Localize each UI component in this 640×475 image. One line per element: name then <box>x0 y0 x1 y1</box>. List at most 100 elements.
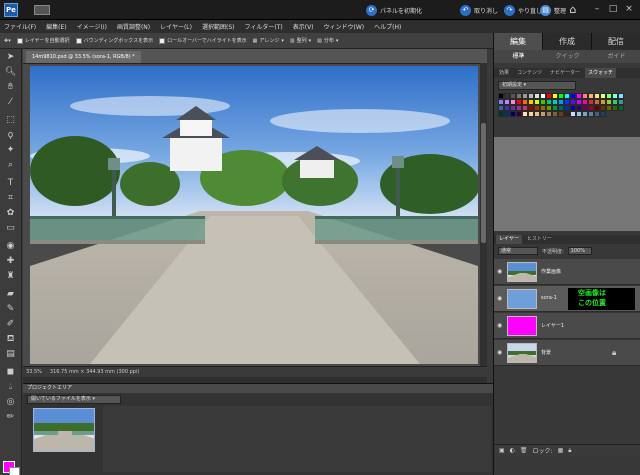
shape-tool-icon[interactable]: ◼ <box>4 366 17 379</box>
subtab-guided[interactable]: ガイド <box>592 50 640 63</box>
opacity-label: 不透明度: <box>542 248 564 255</box>
spot-healing-tool-icon[interactable]: ✚ <box>4 255 17 268</box>
straighten-tool-icon[interactable]: ▭ <box>4 222 17 235</box>
organize-button[interactable]: ▤ 整理 <box>540 3 566 17</box>
hand-tool-icon[interactable]: ✋︎ <box>4 81 17 94</box>
eyedropper-tool-icon[interactable]: ⁄ <box>4 96 17 109</box>
show-bbox-checkbox[interactable] <box>75 37 82 44</box>
close-icon[interactable]: × <box>622 3 636 16</box>
photo-canvas[interactable] <box>30 66 478 364</box>
magic-wand-tool-icon[interactable]: ✦ <box>4 144 17 157</box>
subtab-quick[interactable]: クイック <box>543 50 592 63</box>
project-bin-filter-dropdown[interactable]: 開いているファイルを表示 ▾ <box>27 395 121 404</box>
eraser-tool-icon[interactable]: ▰ <box>4 288 17 301</box>
brush-tool-icon[interactable]: ✎ <box>4 303 17 316</box>
selection-brush-tool-icon[interactable]: ⌕ <box>4 159 17 172</box>
eye-icon[interactable]: ◉ <box>497 268 504 275</box>
menu-enhance[interactable]: 画質調整(N) <box>117 22 150 31</box>
distribute-dropdown[interactable]: ▧ 分布 ▾ <box>317 37 338 45</box>
marquee-tool-icon[interactable]: ⬚ <box>4 114 17 127</box>
subtab-full[interactable]: 標準 <box>494 50 543 63</box>
swatch-set-dropdown[interactable]: 初期設定 ▾ <box>498 81 576 90</box>
move-tool-preset-icon[interactable]: ✥▾ <box>4 38 11 44</box>
smart-brush-tool-icon[interactable]: ✐ <box>4 318 17 331</box>
layer-name: 作業画像 <box>541 269 562 275</box>
vertical-scrollbar[interactable] <box>480 63 487 366</box>
type-tool-icon[interactable]: T <box>4 177 17 190</box>
show-rollover-checkbox[interactable] <box>159 37 166 44</box>
menu-filter[interactable]: フィルター(T) <box>245 22 283 31</box>
home-icon[interactable]: ⌂ <box>564 2 582 18</box>
menu-layer[interactable]: レイヤー(L) <box>160 22 192 31</box>
red-eye-tool-icon[interactable]: ◉ <box>4 240 17 253</box>
arrange-dropdown[interactable]: ▦ アレンジ ▾ <box>253 37 284 45</box>
tab-content[interactable]: コンテンツ <box>514 68 545 78</box>
menu-file[interactable]: ファイル(F) <box>4 22 36 31</box>
move-tool-icon[interactable]: ➤ <box>4 51 17 64</box>
layer-row[interactable]: ◉ 背景 🔒︎ <box>494 340 640 366</box>
maximize-icon[interactable]: □ <box>606 3 620 16</box>
zoom-readout[interactable]: 33.5% <box>26 369 42 375</box>
gradient-tool-icon[interactable]: ▤ <box>4 348 17 361</box>
eye-icon[interactable]: ◉ <box>497 349 504 356</box>
tab-create[interactable]: 作成 <box>543 33 592 50</box>
menu-help[interactable]: ヘルプ(H) <box>374 22 401 31</box>
cookie-cutter-tool-icon[interactable]: ✿ <box>4 207 17 220</box>
tab-layers[interactable]: レイヤー <box>496 235 522 244</box>
opacity-input[interactable]: 100% <box>567 247 592 255</box>
reset-panels-button[interactable]: ⟳ パネルを初期化 <box>366 3 422 17</box>
menu-edit[interactable]: 編集(E) <box>46 22 66 31</box>
paint-bucket-tool-icon[interactable]: ⛾ <box>4 333 17 346</box>
tab-navigator[interactable]: ナビゲーター <box>547 68 583 78</box>
tab-share[interactable]: 配信 <box>592 33 640 50</box>
crop-tool-icon[interactable]: ⌗ <box>4 192 17 205</box>
lasso-tool-icon[interactable]: ϙ <box>4 129 17 142</box>
color-swatch[interactable] <box>600 111 606 117</box>
minimize-icon[interactable]: – <box>590 3 604 16</box>
distribute-icon: ▧ <box>317 37 322 44</box>
blur-tool-icon[interactable]: 💧︎ <box>4 381 17 394</box>
show-bbox-option[interactable]: バウンディングボックスを表示 <box>75 37 153 44</box>
blend-mode-dropdown[interactable]: 通常 <box>498 247 538 255</box>
layer-row[interactable]: ◉ レイヤー1 <box>494 313 640 339</box>
document-tab[interactable]: 14m9810.psd @ 33.5% (sora-1, RGB/8) * <box>26 51 141 63</box>
menu-select[interactable]: 選択範囲(S) <box>202 22 235 31</box>
layer-thumbnail <box>507 262 537 282</box>
adjustment-layer-icon[interactable]: ◐ <box>510 447 515 454</box>
layer-row-selected[interactable]: ◉ sora-1 空画像は この位置 <box>494 286 640 312</box>
align-dropdown[interactable]: ▥ 整列 ▾ <box>290 37 311 45</box>
redo-button[interactable]: ↷ やり直し <box>504 3 542 17</box>
view-mode-icon[interactable] <box>34 5 50 15</box>
eye-icon[interactable]: ◉ <box>497 322 504 329</box>
delete-layer-icon[interactable]: 🗑︎ <box>520 447 528 454</box>
layer-row[interactable]: ◉ 作業画像 <box>494 259 640 285</box>
tab-edit[interactable]: 編集 <box>494 33 543 50</box>
zoom-tool-icon[interactable]: 🔍︎ <box>4 66 17 79</box>
canvas-area[interactable] <box>23 64 487 366</box>
app-icon[interactable]: Pe <box>4 3 18 17</box>
eye-icon[interactable]: ◉ <box>497 295 504 302</box>
project-bin-thumbnail[interactable] <box>33 408 95 452</box>
layer-name: レイヤー1 <box>541 323 565 329</box>
lock-transparency-icon[interactable]: ▦ <box>558 447 564 454</box>
auto-select-layer-option[interactable]: レイヤーを自動選択 <box>16 37 70 44</box>
tab-swatches[interactable]: スウォッチ <box>585 68 617 78</box>
clone-stamp-tool-icon[interactable]: ♜ <box>4 270 17 283</box>
thumbnail-image <box>34 409 94 451</box>
color-swatch[interactable] <box>618 105 624 111</box>
layer-options: 通常 不透明度: 100% <box>494 245 640 257</box>
scrollbar-thumb[interactable] <box>481 123 486 243</box>
new-layer-icon[interactable]: ▣ <box>499 447 505 454</box>
tab-effects[interactable]: 効果 <box>496 68 512 78</box>
menu-view[interactable]: 表示(V) <box>293 22 314 31</box>
menu-image[interactable]: イメージ(I) <box>77 22 107 31</box>
lock-all-icon[interactable]: 🔒︎ <box>568 447 571 455</box>
show-rollover-option[interactable]: ロールオーバーでハイライトを表示 <box>159 37 247 44</box>
tab-history[interactable]: ヒストリー <box>524 235 555 244</box>
menu-window[interactable]: ウィンドウ(W) <box>324 22 365 31</box>
background-color-swatch[interactable] <box>9 467 20 475</box>
pencil-tool-icon[interactable]: ✏︎ <box>4 411 17 424</box>
undo-button[interactable]: ↶ 取り消し <box>460 3 498 17</box>
sponge-tool-icon[interactable]: ◎ <box>4 396 17 409</box>
auto-select-checkbox[interactable] <box>16 37 23 44</box>
